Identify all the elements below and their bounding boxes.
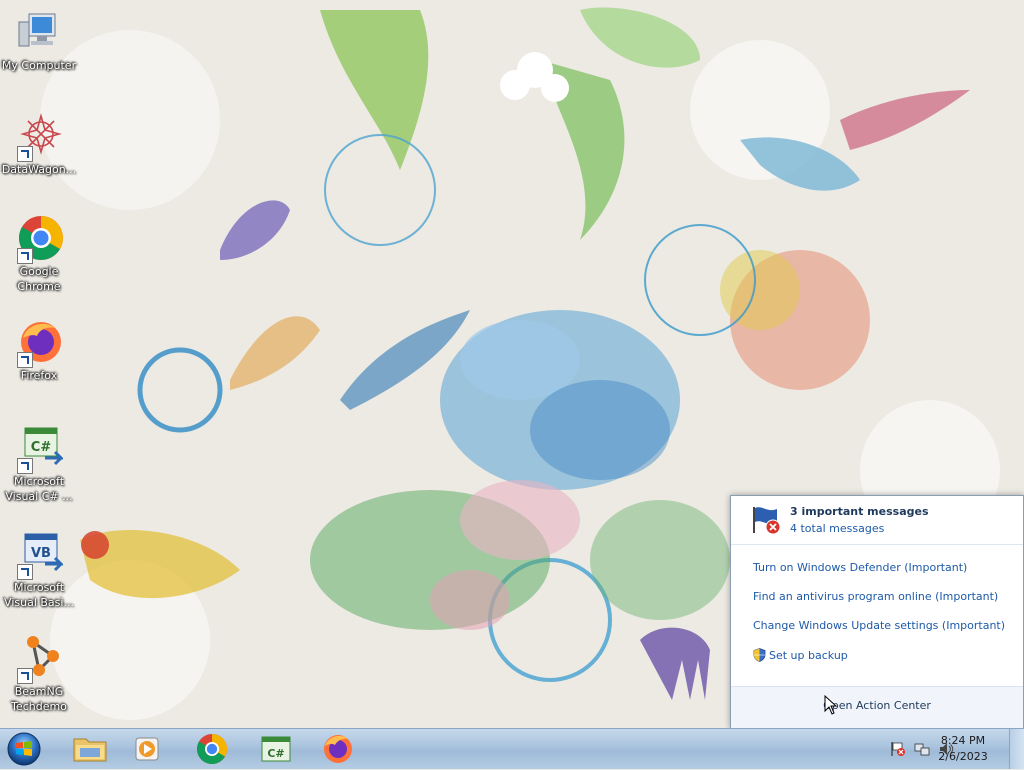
clock-date: 2/6/2023: [938, 750, 988, 763]
desktop-icon-visual-basic[interactable]: VB Microsoft Visual Basi...: [0, 530, 78, 610]
action-center-popup: 3 important messages 4 total messages Tu…: [730, 495, 1024, 729]
firefox-icon: [324, 735, 352, 763]
shortcut-arrow-icon: [17, 146, 33, 162]
open-action-center-link[interactable]: Open Action Center: [731, 699, 1023, 712]
system-clock[interactable]: 8:24 PM 2/6/2023: [928, 733, 998, 765]
visual-basic-icon: VB: [15, 530, 65, 580]
datawagon-icon: [15, 112, 63, 162]
action-center-flag-icon: [751, 505, 783, 535]
desktop-icon-label: Microsoft Visual Basi...: [4, 581, 74, 609]
set-up-backup-link[interactable]: Set up backup: [753, 648, 848, 665]
firefox-icon: [15, 318, 63, 368]
desktop-icon-firefox[interactable]: Firefox: [0, 318, 78, 383]
taskbar-google-chrome-button[interactable]: [184, 731, 240, 767]
taskbar: C# 8:24 PM 2/6/2023: [0, 728, 1024, 769]
shortcut-arrow-icon: [17, 668, 33, 684]
notification-area: 8:24 PM 2/6/2023: [844, 729, 1024, 769]
shortcut-arrow-icon: [17, 564, 33, 580]
folder-icon: [73, 738, 107, 762]
desktop-icon-my-computer[interactable]: My Computer: [0, 8, 78, 73]
visual-csharp-icon: C#: [261, 736, 291, 762]
desktop-icon-label: Firefox: [20, 369, 58, 382]
svg-text:VB: VB: [31, 546, 51, 561]
action-center-footer: Open Action Center: [731, 686, 1023, 729]
mouse-pointer-icon: [824, 694, 838, 715]
set-up-backup-label: Set up backup: [769, 649, 848, 662]
action-center-header: 3 important messages 4 total messages: [731, 496, 1023, 545]
windows-start-orb-icon: [7, 732, 41, 766]
desktop-icon-label: DataWagon...: [1, 163, 77, 176]
shortcut-arrow-icon: [17, 352, 33, 368]
desktop-icon-label: My Computer: [1, 59, 77, 72]
taskbar-visual-csharp-button[interactable]: C#: [248, 731, 304, 767]
visual-csharp-icon: C#: [15, 424, 65, 474]
shortcut-arrow-icon: [17, 458, 33, 474]
desktop-icon-google-chrome[interactable]: Google Chrome: [0, 214, 78, 294]
action-center-title[interactable]: 3 important messages: [790, 505, 929, 518]
beamng-icon: [15, 634, 63, 684]
media-player-icon: [135, 737, 159, 761]
desktop-icon-label: Google Chrome: [17, 265, 61, 293]
find-antivirus-link[interactable]: Find an antivirus program online (Import…: [753, 590, 998, 603]
svg-text:C#: C#: [31, 440, 52, 455]
desktop-icon-datawagon[interactable]: DataWagon...: [0, 112, 78, 177]
taskbar-firefox-button[interactable]: [310, 731, 366, 767]
show-desktop-button[interactable]: [1009, 729, 1024, 769]
clock-time: 8:24 PM: [940, 734, 986, 747]
computer-icon: [15, 8, 63, 56]
desktop-icon-label: Microsoft Visual C# ...: [5, 475, 73, 503]
taskbar-file-explorer-button[interactable]: [62, 731, 118, 767]
csharp-glyph: C#: [267, 747, 284, 760]
uac-shield-icon: [753, 648, 766, 665]
start-button[interactable]: [4, 731, 44, 767]
shortcut-arrow-icon: [17, 248, 33, 264]
change-windows-update-link[interactable]: Change Windows Update settings (Importan…: [753, 619, 1005, 632]
chrome-icon: [15, 214, 63, 264]
taskbar-media-player-button[interactable]: [120, 731, 176, 767]
desktop-icon-visual-csharp[interactable]: C# Microsoft Visual C# ...: [0, 424, 78, 504]
turn-on-windows-defender-link[interactable]: Turn on Windows Defender (Important): [753, 561, 967, 574]
desktop-icon-label: BeamNG Techdemo: [11, 685, 67, 713]
desktop-icon-beamng[interactable]: BeamNG Techdemo: [0, 634, 78, 714]
action-center-subtitle[interactable]: 4 total messages: [790, 522, 884, 535]
chrome-icon: [196, 734, 228, 765]
action-center-flag-icon[interactable]: [890, 741, 906, 757]
